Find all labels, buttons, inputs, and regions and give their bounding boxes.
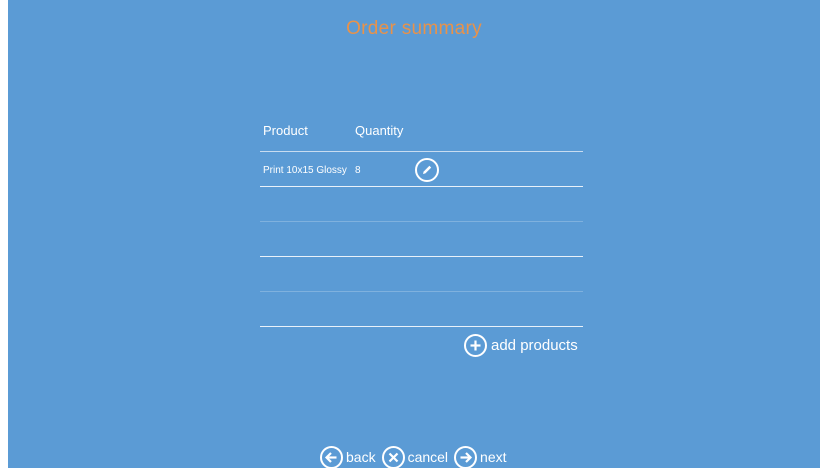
- bottom-navigation: back cancel next: [320, 445, 513, 468]
- table-header: Product Quantity: [260, 118, 583, 152]
- arrow-left-circle-icon: [320, 445, 343, 468]
- quantity-cell: 8: [355, 165, 361, 176]
- page-title: Order summary: [346, 18, 482, 39]
- table-row: [260, 257, 583, 292]
- add-products-label: add products: [491, 336, 578, 354]
- x-circle-icon: [381, 445, 405, 468]
- plus-circle-icon: [464, 333, 487, 357]
- table-row: [260, 292, 583, 327]
- table-row[interactable]: Print 10x15 Glossy 8: [260, 152, 583, 187]
- next-label: next: [480, 449, 507, 465]
- column-header-product: Product: [263, 123, 308, 138]
- order-summary-screen: Order summary Product Quantity Print 10x…: [8, 0, 820, 468]
- cancel-button[interactable]: cancel: [381, 445, 449, 468]
- column-header-quantity: Quantity: [355, 123, 404, 138]
- next-button[interactable]: next: [454, 445, 507, 468]
- product-cell: Print 10x15 Glossy: [263, 165, 347, 176]
- back-label: back: [346, 449, 376, 465]
- edit-button[interactable]: [415, 158, 439, 182]
- pencil-icon: [423, 165, 432, 174]
- add-products-button[interactable]: add products: [464, 333, 578, 357]
- table-row: [260, 187, 583, 222]
- cancel-label: cancel: [407, 449, 449, 465]
- arrow-right-circle-icon: [454, 445, 478, 468]
- back-button[interactable]: back: [320, 445, 376, 468]
- table-row: [260, 222, 583, 257]
- order-table: Product Quantity Print 10x15 Glossy 8: [260, 118, 583, 327]
